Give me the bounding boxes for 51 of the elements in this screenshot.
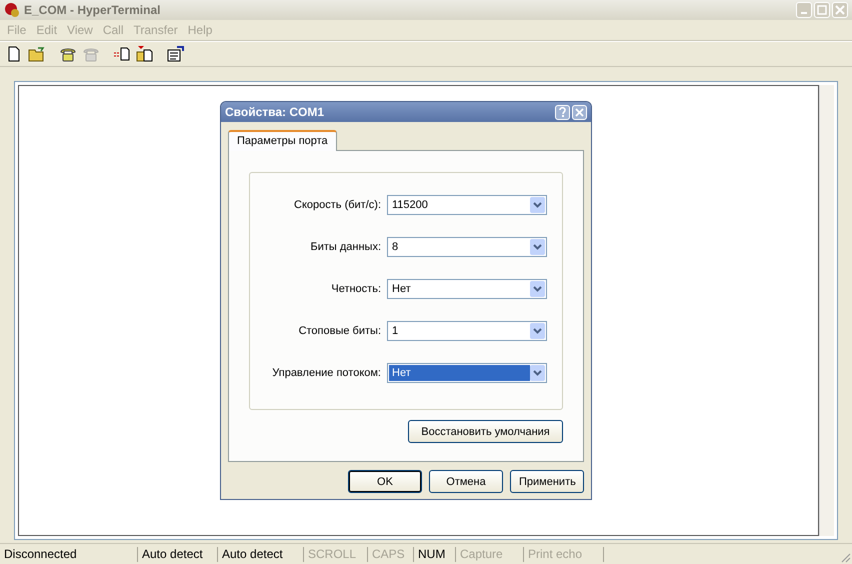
dropdown[interactable]: 115200 <box>387 195 547 215</box>
dialog-title: Свойства: COM1 <box>225 105 326 119</box>
tab[interactable]: Параметры порта <box>228 130 337 151</box>
chevron-down-icon <box>533 244 542 250</box>
status-panel: Disconnected <box>0 546 138 562</box>
chevron-down-icon <box>533 202 542 208</box>
status-panel: Auto detect <box>218 546 304 562</box>
status-panel: SCROLL <box>304 546 368 562</box>
field-label: Четность: <box>331 283 381 295</box>
send-file-icon <box>113 46 131 62</box>
receive-file-icon <box>136 46 154 62</box>
chevron-down-icon <box>533 370 542 376</box>
window-title: E_COM - HyperTerminal <box>24 3 162 17</box>
dialog-button[interactable]: OK <box>348 470 422 493</box>
dropdown-button[interactable] <box>530 323 545 339</box>
minimize-icon <box>801 12 807 14</box>
resize-grip-icon[interactable] <box>839 551 851 563</box>
chevron-down-icon <box>533 286 542 292</box>
field-label: Управление потоком: <box>272 367 381 379</box>
status-panel: Auto detect <box>138 546 218 562</box>
dropdown[interactable]: Нет <box>387 279 547 299</box>
toolbar-button[interactable] <box>135 44 155 64</box>
dropdown[interactable]: Нет <box>387 363 547 383</box>
status-panel: Capture <box>456 546 524 562</box>
folder-icon <box>28 46 46 62</box>
dropdown-button[interactable] <box>530 239 545 255</box>
status-panel: Print echo <box>524 546 604 562</box>
field-label: Скорость (бит/с): <box>294 199 381 211</box>
dropdown-button[interactable] <box>530 365 545 381</box>
document-icon <box>6 46 22 62</box>
help-icon <box>558 107 567 117</box>
dialog-button[interactable]: Применить <box>510 470 584 493</box>
chevron-down-icon <box>533 328 542 334</box>
dialog-button[interactable]: Отмена <box>429 470 503 493</box>
maximize-icon <box>817 5 827 15</box>
properties-icon <box>167 46 185 62</box>
dropdown[interactable]: 8 <box>387 237 547 257</box>
dropdown-button[interactable] <box>530 197 545 213</box>
field-label: Биты данных: <box>310 241 381 253</box>
restore-defaults-button[interactable]: Восстановить умолчания <box>408 420 563 443</box>
scrollbar[interactable] <box>819 85 834 536</box>
close-button[interactable] <box>572 104 587 120</box>
close-icon <box>575 108 584 116</box>
dropdown[interactable]: 1 <box>387 321 547 341</box>
toolbar-button[interactable] <box>166 44 186 64</box>
dropdown-button[interactable] <box>530 281 545 297</box>
status-panel: NUM <box>414 546 456 562</box>
help-button[interactable] <box>555 104 570 120</box>
status-panel: CAPS <box>368 546 414 562</box>
field-label: Стоповые биты: <box>298 325 381 337</box>
close-icon <box>835 5 845 15</box>
